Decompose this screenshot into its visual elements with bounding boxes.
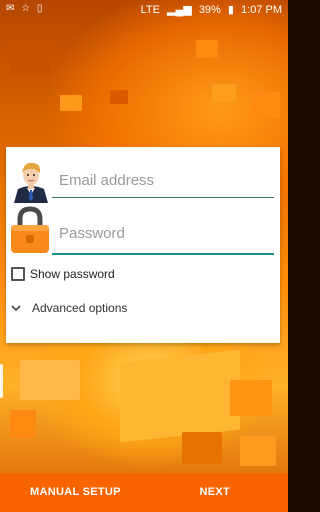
background-cube	[10, 40, 50, 74]
user-avatar-icon	[14, 162, 48, 203]
password-input[interactable]: Password	[59, 225, 125, 242]
background-cube	[10, 410, 36, 438]
password-row: Password	[6, 213, 280, 259]
checkbox-unchecked-icon[interactable]	[11, 267, 25, 281]
clock: 1:07 PM	[241, 4, 282, 16]
background-cube	[230, 380, 272, 416]
background-cube	[120, 349, 240, 443]
side-panel-handle[interactable]	[0, 364, 3, 398]
status-right: LTE ▂▄▆ 39% ▮ 1:07 PM	[137, 3, 282, 16]
login-card: Email address Password Show password Adv…	[6, 147, 280, 343]
background-cube	[60, 95, 82, 111]
next-button[interactable]: NEXT	[199, 473, 230, 512]
email-underline	[52, 197, 274, 198]
show-password-label: Show password	[30, 267, 115, 281]
battery-level: 39%	[198, 4, 221, 16]
background-cube	[20, 360, 80, 400]
network-indicator: LTE	[140, 4, 160, 16]
manual-setup-button[interactable]: MANUAL SETUP	[30, 473, 121, 512]
background-cube	[110, 90, 128, 104]
email-input[interactable]: Email address	[59, 172, 154, 189]
background-cube	[182, 432, 222, 464]
email-row: Email address	[6, 153, 280, 203]
background-cube	[240, 436, 276, 466]
background-cube	[196, 40, 218, 58]
bottom-action-bar: MANUAL SETUP NEXT	[0, 473, 288, 512]
battery-icon: ▮	[227, 4, 234, 16]
background-cube	[212, 84, 236, 102]
notification-icons: ✉ ☆ ▯	[6, 3, 45, 14]
advanced-options-label: Advanced options	[32, 301, 128, 315]
signal-icon: ▂▄▆	[167, 4, 192, 16]
status-bar: ✉ ☆ ▯ LTE ▂▄▆ 39% ▮ 1:07 PM	[0, 0, 288, 20]
background-cube	[250, 92, 280, 118]
chevron-down-icon	[11, 305, 21, 312]
password-underline	[52, 253, 274, 255]
